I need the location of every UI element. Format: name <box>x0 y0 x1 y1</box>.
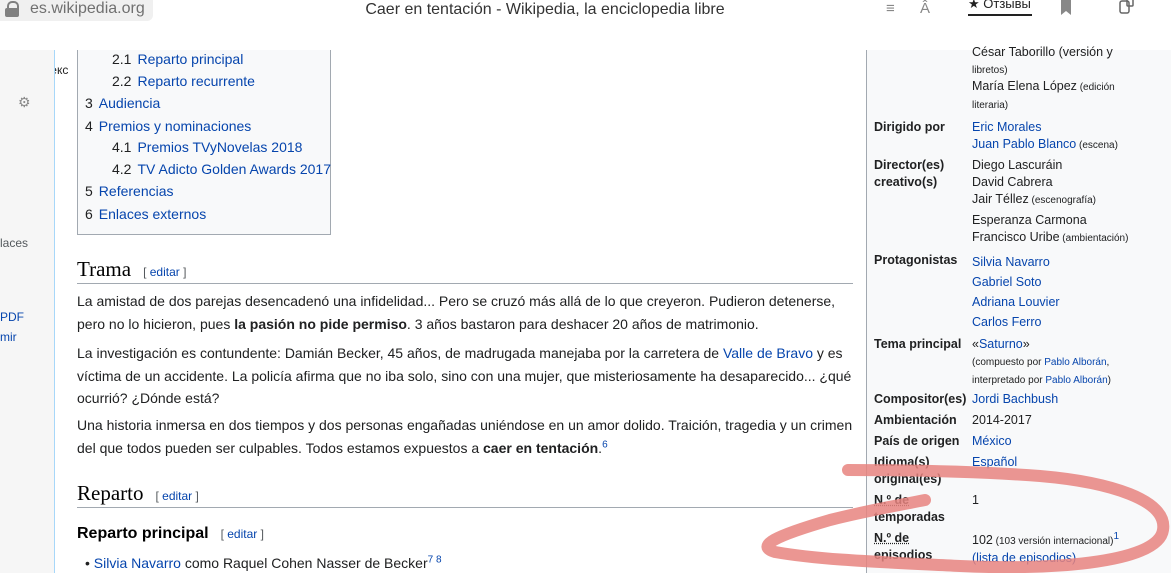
reviews-underline <box>968 14 1032 16</box>
infobox-value-dirigido: Eric Morales Juan Pablo Blanco (escena) <box>972 120 1118 151</box>
reference-link[interactable]: 6 <box>602 439 608 450</box>
toc-item-enlaces-externos[interactable]: 6 Enlaces externos <box>85 206 206 222</box>
browser-toolbar: es.wikipedia.org Caer en tentación - Wik… <box>0 0 1171 30</box>
url-text[interactable]: es.wikipedia.org <box>30 0 145 21</box>
infobox-value: María Elena López (edición literaria) <box>972 79 1115 111</box>
toc-item-tvynovelas[interactable]: 4.1 Premios TVyNovelas 2018 <box>112 139 302 155</box>
infobox-label-tema: Tema principal <box>874 337 962 351</box>
edit-section-link[interactable]: [ editar ] <box>143 265 186 279</box>
infobox-label-temporadas: N.º de temporadas <box>874 493 945 524</box>
address-bar[interactable]: es.wikipedia.org <box>0 0 153 21</box>
toc-item-premios[interactable]: 4 Premios y nominaciones <box>85 118 251 134</box>
gear-icon[interactable]: ⚙ <box>18 94 31 111</box>
edit-section-link[interactable]: [ editar ] <box>221 527 264 541</box>
table-of-contents: 2.1 Reparto principal 2.2 Reparto recurren… <box>77 50 331 235</box>
link-lista-de-episodios[interactable]: (lista de episodios) <box>972 551 1076 565</box>
infobox-value: César Taborillo (versión y libretos) <box>972 45 1113 76</box>
paragraph-trama-1: La amistad de dos parejas desencadenó un… <box>77 293 836 332</box>
page-title: Caer en tentación - Wikipedia, la encicl… <box>365 1 725 18</box>
toc-item-audiencia[interactable]: 3 Audiencia <box>85 95 160 111</box>
infobox-label-episodios: N.º de episodios <box>874 531 933 562</box>
extension-icon[interactable] <box>1118 0 1136 16</box>
list-item: • Silvia Navarro como Raquel Cohen Nasse… <box>85 554 442 571</box>
reviews-button[interactable]: ★ Отзывы <box>968 0 1031 12</box>
infobox-value-compositor: Jordi Bachbush <box>972 392 1059 406</box>
infobox-value-tema: «Saturno» (compuesto por Pablo Alborán, … <box>972 337 1112 386</box>
subheading-reparto-principal: Reparto principal[ editar ] <box>77 525 264 542</box>
sidebar-imprimir-link[interactable]: mir <box>0 330 17 344</box>
infobox-label-dirigido: Dirigido por <box>874 120 945 134</box>
sidebar-pdf-link[interactable]: PDF <box>0 310 24 324</box>
section-heading-reparto: Reparto[ editar ] <box>77 481 199 505</box>
bookmark-icon[interactable] <box>1060 0 1072 16</box>
section-divider <box>77 507 853 508</box>
infobox-label-protagonistas: Protagonistas <box>874 253 958 267</box>
infobox-value-idioma: Español <box>972 455 1018 469</box>
translate-icon[interactable]: Â <box>920 0 930 17</box>
edit-section-link[interactable]: [ editar ] <box>155 489 198 503</box>
section-divider <box>77 283 853 284</box>
lock-icon <box>4 1 20 17</box>
link-silvia-navarro[interactable]: Silvia Navarro <box>94 555 181 571</box>
toc-item-reparto-principal[interactable]: 2.1 Reparto principal <box>112 51 243 67</box>
link-valle-de-bravo[interactable]: Valle de Bravo <box>723 345 813 361</box>
infobox-label-pais: País de origen <box>874 434 960 448</box>
infobox-label-director: Director(es) creativo(s) <box>874 158 945 189</box>
toc-item-reparto-recurrente[interactable]: 2.2 Reparto recurrente <box>112 73 255 89</box>
reference-link[interactable]: 1 <box>1113 531 1119 542</box>
reader-mode-icon[interactable]: ≡ <box>886 0 895 17</box>
infobox-label-idioma: Idioma(s) original(es) <box>874 455 942 486</box>
section-heading-trama: Trama[ editar ] <box>77 257 187 281</box>
infobox-value-episodios: 102 (103 versión internacional)1 (lista … <box>972 530 1120 565</box>
infobox-value-ambientacion: 2014-2017 <box>972 413 1032 427</box>
toc-item-tv-adicto[interactable]: 4.2 TV Adicto Golden Awards 2017 <box>112 161 331 177</box>
toc-item-referencias[interactable]: 5 Referencias <box>85 183 174 199</box>
infobox: César Taborillo (versión y libretos) Mar… <box>866 45 1171 573</box>
reference-link[interactable]: 7 8 <box>428 554 442 565</box>
paragraph-trama-3: Una historia inmersa en dos tiempos y do… <box>77 417 853 456</box>
infobox-value-protagonistas: Silvia Navarro Gabriel Soto Adriana Louv… <box>972 255 1060 329</box>
infobox-value-pais: México <box>972 434 1012 448</box>
infobox-label-compositor: Compositor(es) <box>874 392 967 406</box>
left-sidebar: ⚙ laces PDF mir <box>0 50 55 573</box>
sidebar-enlaces-fragment[interactable]: laces <box>0 236 28 250</box>
paragraph-trama-2: La investigación es contundente: Damián … <box>77 345 852 406</box>
infobox-label-ambientacion: Ambientación <box>874 413 957 427</box>
infobox-value-director: Diego Lascuráin David Cabrera Jair Télle… <box>972 158 1129 244</box>
infobox-value-temporadas: 1 <box>972 493 979 507</box>
